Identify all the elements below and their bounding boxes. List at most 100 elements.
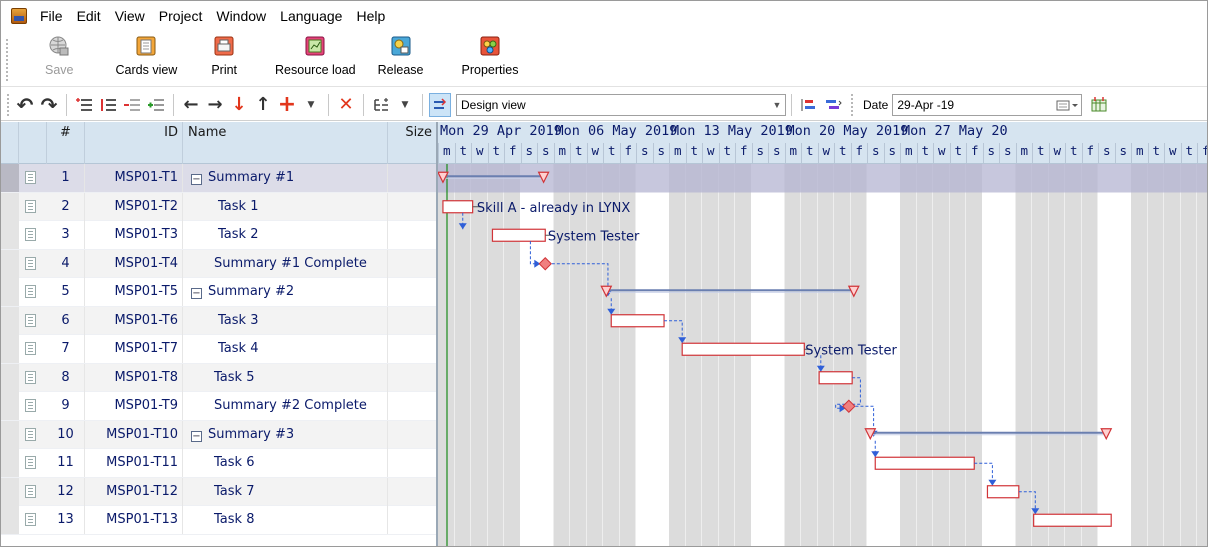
row-handle[interactable]	[1, 506, 19, 534]
task-details-icon[interactable]	[25, 513, 36, 526]
task-size[interactable]	[388, 221, 436, 249]
move-right-icon[interactable]: →	[204, 93, 226, 117]
link-tasks-icon[interactable]	[145, 93, 167, 117]
task-details-icon[interactable]	[25, 199, 36, 213]
collapse-icon[interactable]: −	[191, 288, 202, 299]
insert-task-icon[interactable]	[73, 93, 95, 117]
task-name-cell[interactable]: Task 4	[183, 335, 388, 363]
outdent-icon[interactable]	[121, 93, 143, 117]
row-handle[interactable]	[1, 221, 19, 249]
critical-path-icon[interactable]	[822, 93, 844, 117]
gantt-chart[interactable]: Skill A - already in LYNX System Tester Sy…	[438, 164, 1208, 547]
task-id[interactable]: MSP01-T11	[85, 449, 183, 477]
task-details-icon[interactable]	[25, 285, 36, 298]
collapse-icon[interactable]: −	[191, 174, 202, 185]
task-id[interactable]: MSP01-T5	[85, 278, 183, 306]
row-handle[interactable]	[1, 363, 19, 392]
table-row[interactable]: 9 MSP01-T9 Summary #2 Complete	[1, 392, 436, 421]
indent-icon[interactable]	[97, 93, 119, 117]
baseline-icon[interactable]	[798, 93, 820, 117]
task-name-cell[interactable]: − Summary #1	[183, 164, 388, 192]
table-row[interactable]: 3 MSP01-T3 Task 2	[1, 221, 436, 250]
task-size[interactable]	[388, 364, 436, 392]
task-id[interactable]: MSP01-T4	[85, 249, 183, 278]
task-id[interactable]: MSP01-T7	[85, 335, 183, 363]
task-details-icon[interactable]	[25, 427, 36, 441]
row-handle[interactable]	[1, 192, 19, 221]
menu-project[interactable]: Project	[152, 8, 210, 24]
menu-help[interactable]: Help	[349, 8, 392, 24]
column-header-name[interactable]: Name	[183, 122, 388, 164]
column-header-id[interactable]: ID	[85, 122, 183, 164]
task-id[interactable]: MSP01-T13	[85, 506, 183, 534]
view-mode-icon[interactable]	[429, 92, 451, 117]
task-details-icon[interactable]	[25, 342, 36, 355]
task-details-icon[interactable]	[25, 456, 36, 469]
row-handle[interactable]	[1, 392, 19, 420]
row-handle[interactable]	[1, 420, 19, 449]
task-size[interactable]	[388, 164, 436, 192]
toolbar-grip[interactable]	[6, 39, 8, 81]
task-name-cell[interactable]: Task 6	[183, 449, 388, 477]
menu-window[interactable]: Window	[209, 8, 273, 24]
redo-icon[interactable]: ↷	[38, 93, 60, 117]
table-row[interactable]: 12 MSP01-T12 Task 7	[1, 477, 436, 506]
calendar-dropdown-icon[interactable]	[1053, 95, 1081, 115]
task-size[interactable]	[388, 278, 436, 306]
collapse-icon[interactable]: −	[191, 430, 202, 442]
task-size[interactable]	[388, 250, 436, 278]
table-row[interactable]: 1 MSP01-T1− Summary #1	[1, 164, 436, 193]
menu-view[interactable]: View	[108, 8, 152, 24]
add-icon[interactable]: +	[276, 92, 298, 117]
table-row[interactable]: 4 MSP01-T4 Summary #1 Complete	[1, 249, 436, 278]
row-handle[interactable]	[1, 477, 19, 506]
task-size[interactable]	[388, 193, 436, 221]
task-id[interactable]: MSP01-T9	[85, 392, 183, 420]
task-details-icon[interactable]	[25, 399, 36, 412]
release-button[interactable]: Release	[378, 34, 424, 77]
task-size[interactable]	[388, 478, 436, 506]
row-handle[interactable]	[1, 335, 19, 363]
row-handle[interactable]	[1, 164, 19, 192]
task-id[interactable]: MSP01-T3	[85, 221, 183, 249]
task-size[interactable]	[388, 335, 436, 363]
task-name-cell[interactable]: Summary #2 Complete	[183, 392, 388, 420]
task-id[interactable]: MSP01-T6	[85, 306, 183, 335]
menu-edit[interactable]: Edit	[70, 8, 108, 24]
column-header-num[interactable]: #	[47, 122, 85, 164]
date-picker[interactable]: 29-Apr -19	[892, 93, 1083, 116]
task-name-cell[interactable]: Task 2	[183, 221, 388, 249]
task-id[interactable]: MSP01-T2	[85, 192, 183, 221]
gantt-canvas[interactable]: Skill A - already in LYNX System Tester Sy…	[438, 164, 1208, 547]
properties-button[interactable]: Properties	[462, 34, 519, 77]
task-name-cell[interactable]: Task 3	[183, 306, 388, 335]
menu-language[interactable]: Language	[273, 8, 349, 24]
today-icon[interactable]	[1088, 93, 1110, 117]
delete-icon[interactable]: ✕	[335, 93, 357, 117]
task-size[interactable]	[388, 307, 436, 335]
task-id[interactable]: MSP01-T1	[85, 164, 183, 192]
column-header-size[interactable]: Size	[388, 122, 436, 164]
task-size[interactable]	[388, 449, 436, 477]
undo-icon[interactable]: ↶	[14, 93, 36, 117]
task-details-icon[interactable]	[25, 228, 36, 241]
move-left-icon[interactable]: ←	[180, 93, 202, 117]
task-name-cell[interactable]: Task 7	[183, 477, 388, 506]
task-name-cell[interactable]: − Summary #3	[183, 420, 388, 449]
view-select[interactable]: Design view ▼	[456, 93, 786, 116]
task-name-cell[interactable]: Summary #1 Complete	[183, 249, 388, 278]
task-size[interactable]	[388, 506, 436, 534]
table-row[interactable]: 13 MSP01-T13 Task 8	[1, 506, 436, 535]
add-dropdown-icon[interactable]: ▼	[300, 93, 322, 117]
cards-view-button[interactable]: Cards view	[116, 34, 177, 77]
task-details-icon[interactable]	[25, 171, 36, 184]
table-row[interactable]: 2 MSP01-T2 Task 1	[1, 192, 436, 221]
task-id[interactable]: MSP01-T8	[85, 363, 183, 392]
move-up-icon[interactable]: ↑	[252, 93, 274, 117]
task-name-cell[interactable]: Task 8	[183, 506, 388, 534]
resource-load-button[interactable]: Resource load	[275, 34, 356, 77]
move-down-icon[interactable]: ↓	[228, 93, 250, 117]
table-row[interactable]: 10 MSP01-T10− Summary #3	[1, 420, 436, 449]
table-row[interactable]: 5 MSP01-T5− Summary #2	[1, 278, 436, 307]
task-details-icon[interactable]	[25, 256, 36, 270]
